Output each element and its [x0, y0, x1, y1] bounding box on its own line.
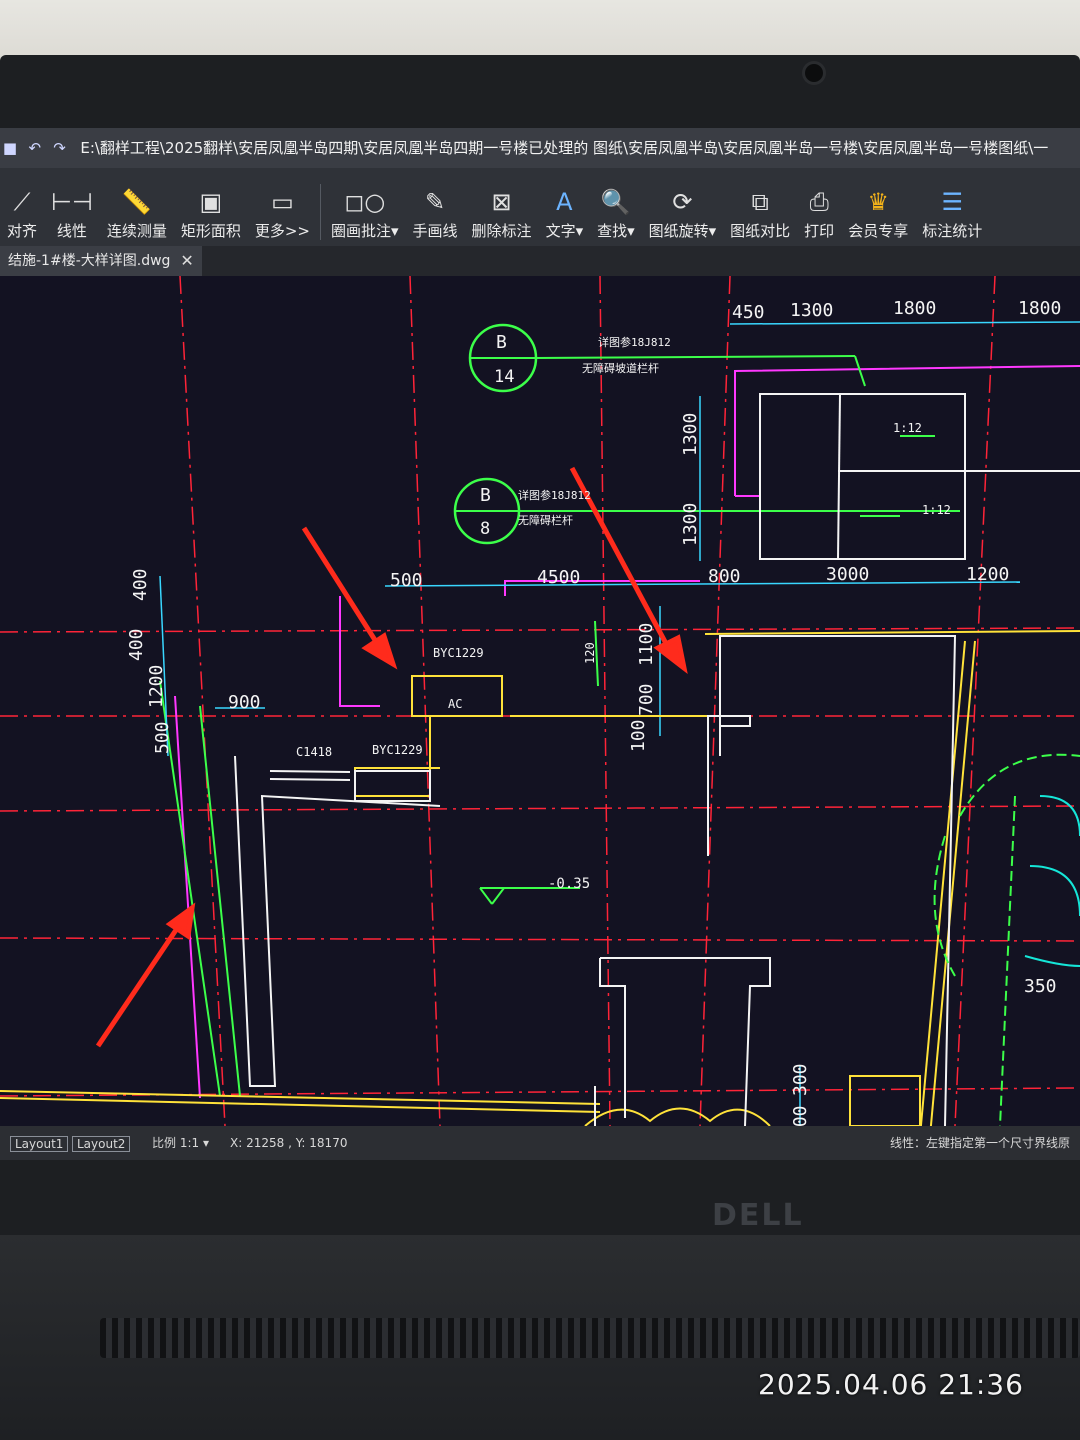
label-slope-a: 1:12 [893, 421, 922, 435]
tool-more[interactable]: ▭ 更多>> [248, 172, 317, 246]
tool-rotate[interactable]: ⟳ 图纸旋转▾ [642, 172, 724, 246]
callout-2-note-2: 无障碍栏杆 [518, 513, 573, 527]
compare-icon: ⧉ [751, 188, 769, 216]
label-byc1229-a: BYC1229 [433, 646, 484, 660]
dim-400-b: 400 [126, 628, 147, 661]
tool-delete-dim[interactable]: ⊠ 删除标注 [465, 172, 539, 246]
dim-500-vert-b: 500 [790, 1105, 811, 1126]
callout-2-top: B [480, 485, 491, 506]
ribbon-toolbar: ⟋ 对齐 ⊢⊣ 线性 📏 连续测量 ▣ 矩形面积 ▭ 更多>> ◻○ 圈画批注▾ ✎ 手画线 … [0, 168, 1080, 246]
command-hint: 线性：左键指定第一个尺寸界线原 [890, 1136, 1071, 1150]
laptop-screen: ■ ↶ ↷ E:\翻样工程\2025翻样\安居凤凰半岛四期\安居凤凰半岛四期一号… [0, 128, 1080, 1160]
layout-tab-1[interactable]: Layout1 [10, 1136, 69, 1152]
tool-print[interactable]: ⎙ 打印 [797, 172, 841, 246]
align-icon: ⟋ [13, 188, 31, 216]
area-icon: ▣ [199, 188, 223, 216]
close-icon[interactable]: ✕ [180, 246, 193, 276]
more-icon: ▭ [271, 188, 294, 216]
label-slope-b: 1:12 [922, 503, 951, 517]
dim-700: 700 [636, 683, 657, 716]
tool-dim-stats[interactable]: ☰ 标注统计 [915, 172, 989, 246]
label-120: 120 [583, 642, 597, 664]
label-byc1229-b: BYC1229 [372, 743, 423, 757]
callout-1-top: B [496, 332, 507, 353]
dim-300-vert: 300 [790, 1063, 811, 1096]
callout-1-note-1: 详图参18J812 [598, 335, 671, 349]
file-path-title: E:\翻样工程\2025翻样\安居凤凰半岛四期\安居凤凰半岛四期一号楼已处理的 … [80, 139, 1049, 157]
dim-900: 900 [228, 692, 261, 713]
print-icon: ⎙ [809, 188, 829, 216]
tool-rect-area[interactable]: ▣ 矩形面积 [174, 172, 248, 246]
cursor-coordinates: X: 21258 , Y: 18170 [230, 1136, 348, 1150]
tool-continuous-measure[interactable]: 📏 连续测量 [100, 172, 174, 246]
brand-logo: DELL [712, 1198, 804, 1233]
dim-1300-vert-b: 1300 [680, 503, 701, 546]
webcam [805, 64, 823, 82]
dim-1800-b: 1800 [1018, 298, 1061, 319]
dim-4500: 4500 [537, 567, 580, 588]
tool-circle-annotate[interactable]: ◻○ 圈画批注▾ [324, 172, 406, 246]
layout-tab-2[interactable]: Layout2 [72, 1136, 131, 1152]
tool-freehand[interactable]: ✎ 手画线 [406, 172, 465, 246]
window-title-bar: ■ ↶ ↷ E:\翻样工程\2025翻样\安居凤凰半岛四期\安居凤凰半岛四期一号… [0, 128, 1080, 168]
vip-crown-icon: ♛ [867, 188, 889, 216]
status-bar: Layout1 Layout2 比例 1:1 ▾ X: 21258 , Y: 1… [0, 1126, 1080, 1160]
tool-align[interactable]: ⟋ 对齐 [0, 172, 44, 246]
tab-drawing[interactable]: 结施-1#楼-大样详图.dwg ✕ [0, 246, 202, 276]
dim-400-a: 400 [130, 568, 151, 601]
cad-drawing-svg[interactable]: 450 1300 1800 1800 500 4500 800 3000 120… [0, 275, 1080, 1138]
undo-icon[interactable]: ↶ [25, 128, 45, 168]
tool-linear[interactable]: ⊢⊣ 线性 [44, 172, 100, 246]
callout-1-note-2: 无障碍坡道栏杆 [582, 361, 659, 375]
circle-annotate-icon: ◻○ [344, 188, 386, 216]
dim-1200: 1200 [966, 564, 1009, 585]
linear-dim-icon: ⊢⊣ [51, 188, 93, 216]
stats-icon: ☰ [941, 188, 963, 216]
dim-1300-top: 1300 [790, 300, 833, 321]
redo-icon[interactable]: ↷ [50, 128, 70, 168]
tab-label: 结施-1#楼-大样详图.dwg [8, 253, 171, 269]
callout-1-bottom: 14 [494, 367, 514, 387]
text-icon: A [556, 188, 573, 216]
dim-450: 450 [732, 302, 765, 323]
save-icon[interactable]: ■ [0, 128, 20, 168]
pen-icon: ✎ [424, 188, 446, 216]
dim-1200-vert: 1200 [146, 665, 167, 708]
label-c1418: C1418 [296, 745, 332, 759]
tool-compare[interactable]: ⧉ 图纸对比 [723, 172, 797, 246]
dim-350: 350 [1024, 976, 1057, 997]
photo-timestamp: 2025.04.06 21:36 [758, 1368, 1024, 1401]
find-icon: 🔍 [600, 188, 631, 216]
document-tab-bar: 结施-1#楼-大样详图.dwg ✕ [0, 246, 1080, 276]
tool-vip[interactable]: ♛ 会员专享 [841, 172, 915, 246]
speaker-vent [100, 1318, 1080, 1358]
callout-2-note-1: 详图参18J812 [518, 488, 591, 502]
dim-500-vert: 500 [152, 721, 173, 754]
tool-find[interactable]: 🔍 查找▾ [590, 172, 642, 246]
dim-1800-a: 1800 [893, 298, 936, 319]
toolbar-divider [320, 184, 321, 240]
ruler-icon: 📏 [121, 188, 152, 216]
dim-100: 100 [628, 719, 649, 752]
delete-dim-icon: ⊠ [491, 188, 512, 216]
dim-1100: 1100 [636, 623, 657, 666]
dim-1300-vert-a: 1300 [680, 413, 701, 456]
rotate-90-icon: ⟳ [672, 188, 693, 216]
dim-3000: 3000 [826, 564, 869, 585]
dim-800: 800 [708, 566, 741, 587]
cad-drawing-canvas[interactable]: 450 1300 1800 1800 500 4500 800 3000 120… [0, 275, 1080, 1138]
scale-select[interactable]: 比例 1:1 ▾ [152, 1126, 209, 1160]
tool-text[interactable]: A 文字▾ [539, 172, 591, 246]
callout-2-bottom: 8 [480, 519, 490, 539]
dim-500: 500 [390, 570, 423, 591]
label-elevation: -0.35 [548, 876, 590, 892]
label-ac: AC [448, 697, 462, 711]
